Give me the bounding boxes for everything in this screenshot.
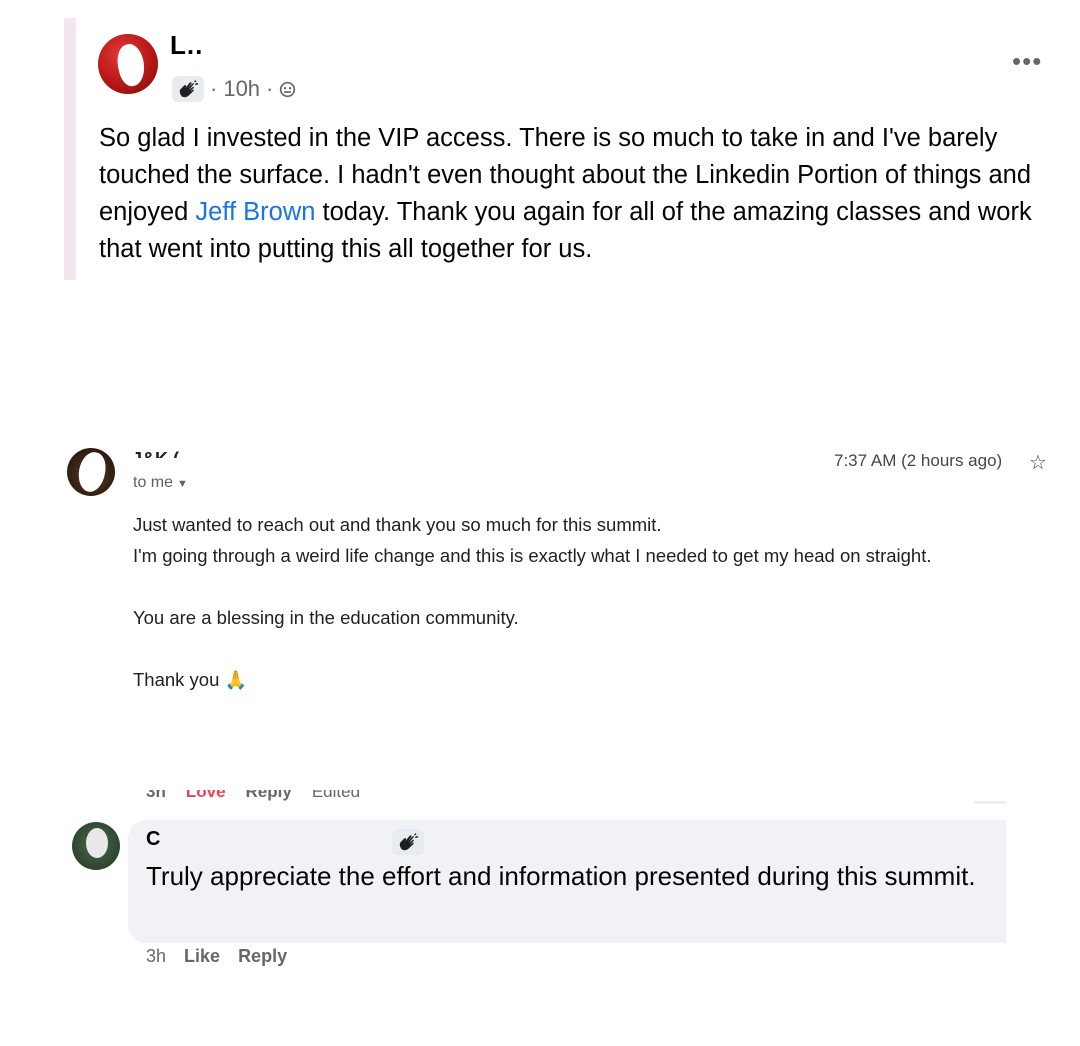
like-button[interactable]: Like [184, 946, 220, 967]
previous-time: 3h [146, 790, 166, 801]
comment-actions: 3h Like Reply [146, 946, 287, 967]
wave-badge-icon[interactable] [172, 76, 204, 102]
comment-author-avatar[interactable] [72, 822, 120, 870]
email-line: You are a blessing in the education comm… [133, 607, 519, 628]
name-redaction [200, 446, 480, 468]
meta-separator: · [210, 76, 218, 101]
audience-icon[interactable] [279, 81, 296, 98]
comment-text: Truly appreciate the effort and informat… [146, 861, 976, 891]
name-redaction [160, 826, 300, 852]
caret-down-icon[interactable]: ▼ [177, 478, 188, 490]
avatar-redaction [86, 828, 108, 858]
praying-hands-icon: 🙏 [224, 670, 247, 690]
reply-button[interactable]: Reply [238, 946, 287, 967]
wave-badge-icon[interactable] [392, 829, 424, 855]
love-reaction-link[interactable]: Love [186, 790, 226, 802]
avatar-redaction [113, 41, 149, 89]
more-horizontal-icon[interactable]: ••• [1012, 46, 1042, 77]
name-redaction [196, 22, 376, 46]
post-author-avatar[interactable] [98, 34, 158, 94]
previous-comment-actions: 3h Love Reply Edited [146, 790, 360, 802]
email-time: 7:37 AM (2 hours ago) [834, 451, 1003, 470]
post-body: So glad I invested in the VIP access. Th… [99, 120, 1044, 268]
email-recipient[interactable]: to me ▼ [133, 474, 188, 492]
previous-reply-link[interactable]: Reply [246, 790, 292, 802]
email-body: Just wanted to reach out and thank you s… [133, 509, 1063, 696]
email-signoff: Thank you [133, 669, 220, 690]
edited-label: Edited [311, 790, 361, 801]
avatar-redaction [75, 450, 109, 494]
star-icon[interactable]: ☆ [1029, 450, 1047, 475]
email-line: I'm going through a weird life change an… [133, 545, 932, 566]
email-line: Thank you 🙏 [133, 664, 1063, 696]
post-meta: · 10h · [172, 76, 296, 102]
post-quote-bar [64, 18, 76, 280]
comment-time[interactable]: 3h [146, 946, 166, 967]
meta-separator: · [266, 76, 274, 101]
divider [974, 801, 1006, 804]
recipient-label: to me [133, 474, 174, 491]
mention-link[interactable]: Jeff Brown [195, 198, 315, 226]
email-line: Just wanted to reach out and thank you s… [133, 514, 662, 535]
email-sender-name[interactable]: J&K ( [132, 444, 179, 458]
email-sender-avatar[interactable] [67, 448, 115, 496]
post-time[interactable]: 10h [223, 76, 260, 102]
